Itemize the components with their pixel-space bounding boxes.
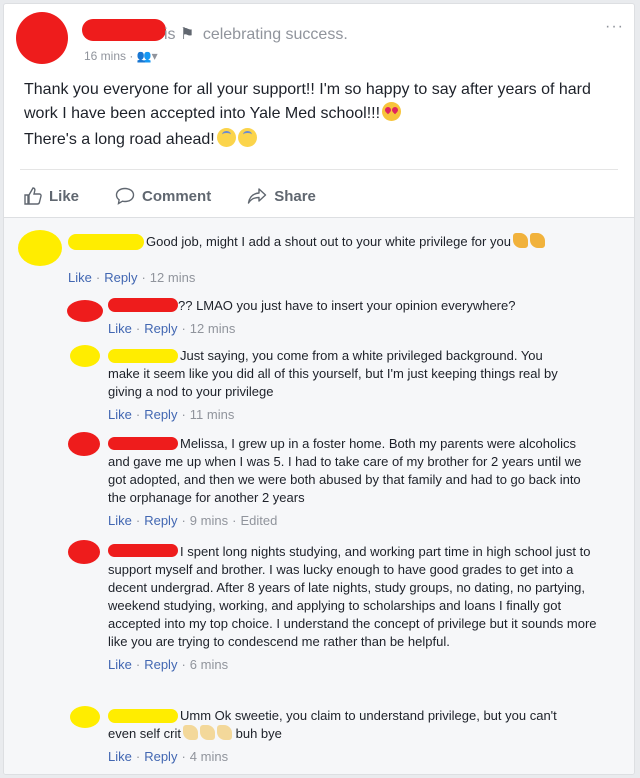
reply-avatar-redacted[interactable] bbox=[70, 706, 100, 728]
heart-eyes-emoji-icon bbox=[382, 102, 402, 121]
reply-reply-link[interactable]: Reply bbox=[144, 321, 177, 336]
comment-reply-link[interactable]: Reply bbox=[104, 270, 137, 285]
post-actions: Like Comment Share bbox=[24, 179, 316, 213]
status-suffix: is bbox=[164, 26, 176, 43]
reply-5: Umm Ok sweetie, you claim to understand … bbox=[108, 708, 557, 764]
post-text-line2: There's a long road ahead! bbox=[24, 128, 614, 152]
reply-time[interactable]: 11 mins bbox=[190, 407, 235, 422]
reply-avatar-redacted[interactable] bbox=[68, 432, 100, 456]
comment-time[interactable]: 12 mins bbox=[150, 270, 196, 285]
commenter-avatar-redacted[interactable] bbox=[18, 230, 62, 266]
comment-label: Comment bbox=[142, 187, 212, 205]
comment-button[interactable]: Comment bbox=[115, 187, 211, 205]
reply-time[interactable]: 6 mins bbox=[190, 657, 228, 672]
like-label: Like bbox=[49, 187, 80, 205]
reply-text: I spent long nights studying, and workin… bbox=[108, 544, 597, 649]
share-arrow-icon bbox=[247, 188, 267, 204]
author-name-redacted[interactable] bbox=[82, 19, 166, 41]
reply-time[interactable]: 12 mins bbox=[190, 321, 236, 336]
reply-1: ?? LMAO you just have to insert your opi… bbox=[108, 298, 516, 336]
reply-3: Melissa, I grew up in a foster home. Bot… bbox=[108, 436, 582, 528]
comments-section: Good job, might I add a shout out to you… bbox=[4, 217, 634, 774]
reply-text: ?? LMAO you just have to insert your opi… bbox=[178, 298, 516, 313]
reply-time[interactable]: 9 mins bbox=[190, 513, 228, 528]
reply-time[interactable]: 4 mins bbox=[190, 749, 228, 764]
clapping-hands-icon bbox=[182, 725, 198, 740]
reply-text: Melissa, I grew up in a foster home. Bot… bbox=[108, 436, 582, 505]
like-button[interactable]: Like bbox=[24, 187, 79, 205]
sweat-emoji-icon bbox=[216, 128, 236, 147]
reply-like-link[interactable]: Like bbox=[108, 513, 132, 528]
reply-avatar-redacted[interactable] bbox=[70, 345, 100, 367]
reply-reply-link[interactable]: Reply bbox=[144, 749, 177, 764]
comment-like-link[interactable]: Like bbox=[68, 270, 92, 285]
reply-avatar-redacted[interactable] bbox=[68, 540, 100, 564]
reply-text-end: buh bye bbox=[235, 726, 282, 741]
post-time[interactable]: 16 mins bbox=[84, 49, 126, 63]
divider bbox=[20, 169, 618, 170]
reply-avatar-redacted[interactable] bbox=[67, 300, 103, 322]
reply-like-link[interactable]: Like bbox=[108, 749, 132, 764]
share-label: Share bbox=[274, 187, 316, 205]
author-avatar-redacted[interactable] bbox=[16, 12, 68, 64]
reply-like-link[interactable]: Like bbox=[108, 321, 132, 336]
reply-edited-label[interactable]: Edited bbox=[240, 513, 277, 528]
thumbs-up-icon bbox=[24, 187, 42, 205]
comment-top-links: Like · Reply · 12 mins bbox=[68, 270, 196, 285]
reply-text: Just saying, you come from a white privi… bbox=[108, 348, 558, 399]
post-meta: 16 mins · 👥▾ bbox=[84, 49, 158, 63]
reply-like-link[interactable]: Like bbox=[108, 657, 132, 672]
sweat-emoji-icon-2 bbox=[237, 128, 257, 147]
post-text-line1: Thank you everyone for all your support!… bbox=[24, 81, 591, 122]
more-options-icon[interactable]: ··· bbox=[605, 18, 624, 36]
reply-reply-link[interactable]: Reply bbox=[144, 407, 177, 422]
comment-icon bbox=[115, 187, 135, 205]
reply-reply-link[interactable]: Reply bbox=[144, 657, 177, 672]
reply-text: Umm Ok sweetie, you claim to understand … bbox=[108, 708, 557, 741]
reply-2: Just saying, you come from a white privi… bbox=[108, 348, 558, 422]
post-card: is ⚑ celebrating success. 16 mins · 👥▾ ·… bbox=[3, 3, 635, 775]
clapping-hands-icon bbox=[512, 233, 528, 248]
post-body: Thank you everyone for all your support!… bbox=[24, 78, 614, 152]
reply-like-link[interactable]: Like bbox=[108, 407, 132, 422]
reply-reply-link[interactable]: Reply bbox=[144, 513, 177, 528]
reply-4: I spent long nights studying, and workin… bbox=[108, 544, 597, 672]
clapping-hands-icon-2 bbox=[199, 725, 215, 740]
post-header: is ⚑ celebrating success. 16 mins · 👥▾ ·… bbox=[4, 4, 634, 74]
share-button[interactable]: Share bbox=[247, 187, 316, 205]
comment-top: Good job, might I add a shout out to you… bbox=[146, 233, 626, 251]
status-text: celebrating success. bbox=[202, 26, 348, 43]
clapping-hands-icon-3 bbox=[216, 725, 232, 740]
clapping-hands-icon-2 bbox=[529, 233, 545, 248]
commenter-name-redacted[interactable] bbox=[68, 234, 144, 250]
comment-text: Good job, might I add a shout out to you… bbox=[146, 234, 511, 249]
flag-icon: ⚑ bbox=[180, 26, 195, 43]
status-line: is ⚑ celebrating success. bbox=[164, 24, 348, 44]
audience-friends-icon[interactable]: 👥▾ bbox=[137, 49, 158, 63]
